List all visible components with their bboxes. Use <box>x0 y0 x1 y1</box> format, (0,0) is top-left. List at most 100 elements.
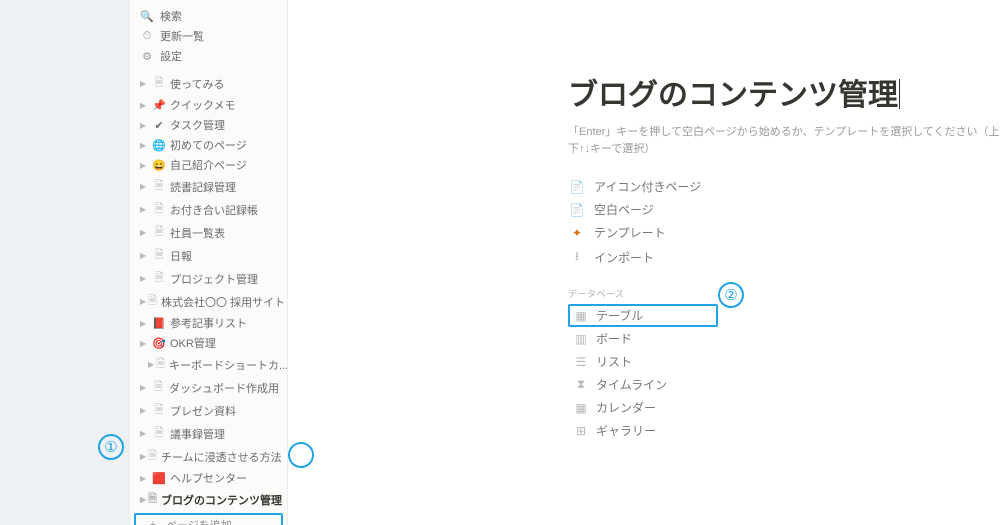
sidebar-page-item[interactable]: ▶🗎お付き合い記録帳 <box>130 198 287 221</box>
sidebar-page-label: お付き合い記録帳 <box>170 202 258 218</box>
sidebar-page-item[interactable]: ▶🗎ダッシュボード作成用 <box>130 376 287 399</box>
sidebar-page-item[interactable]: ▶🗎チームに浸透させる方法 <box>130 445 287 468</box>
search-icon: 🔍 <box>140 10 154 23</box>
disclosure-triangle-icon[interactable]: ▶ <box>140 495 146 504</box>
disclosure-triangle-icon[interactable]: ▶ <box>148 360 154 369</box>
sidebar-page-label: チームに浸透させる方法 <box>161 449 282 465</box>
sidebar-page-label: ヘルプセンター <box>170 470 247 486</box>
database-options: ▦テーブル▥ボード☰リスト⧗タイムライン▦カレンダー⊞ギャラリー <box>568 304 1000 442</box>
sidebar-page-label: 議事録管理 <box>170 426 225 442</box>
disclosure-triangle-icon[interactable]: ▶ <box>140 452 146 461</box>
empty-page-option[interactable]: 📄 空白ページ <box>568 198 1000 221</box>
page-emoji: ✔ <box>152 119 166 132</box>
sidebar-page-item[interactable]: ▶📌クイックメモ <box>130 95 287 115</box>
sidebar-page-item[interactable]: ▶📕 参考記事リスト <box>130 313 287 333</box>
sidebar-page-label: 読書記録管理 <box>170 179 236 195</box>
db-board-option[interactable]: ▥ボード <box>568 327 718 350</box>
database-section-label: データベース <box>568 287 1000 300</box>
disclosure-triangle-icon[interactable]: ▶ <box>140 297 146 306</box>
templates-option-option[interactable]: ✦ テンプレート <box>568 221 1000 244</box>
page-emoji: 🎯 <box>152 337 166 350</box>
db-calendar-icon: ▦ <box>572 401 590 415</box>
sidebar-page-item[interactable]: ▶🗎議事録管理 <box>130 422 287 445</box>
page-icon: 🗎 <box>148 490 157 509</box>
sidebar-page-label: 株式会社〇〇 採用サイト <box>161 294 285 310</box>
disclosure-triangle-icon[interactable]: ▶ <box>140 251 150 260</box>
sidebar-page-label: 初めてのページ <box>170 137 247 153</box>
sidebar-settings[interactable]: ⚙ 設定 <box>130 46 287 66</box>
import-option[interactable]: ⭳インポート <box>568 244 1000 271</box>
sidebar-page-item[interactable]: ▶😄自己紹介ページ <box>130 155 287 175</box>
page-icon: 🗎 <box>148 447 157 466</box>
sidebar-page-label: タスク管理 <box>170 117 225 133</box>
sidebar-page-item[interactable]: ▶🗎プレゼン資料 <box>130 399 287 422</box>
sidebar-updates[interactable]: ⏱ 更新一覧 <box>130 26 287 46</box>
disclosure-triangle-icon[interactable]: ▶ <box>140 274 150 283</box>
page-icon: 🗎 <box>152 74 166 93</box>
sidebar-settings-label: 設定 <box>160 48 182 64</box>
page-with-icon-label: アイコン付きページ <box>594 178 701 195</box>
sidebar-page-item[interactable]: ▶🗎株式会社〇〇 採用サイト <box>130 290 287 313</box>
sidebar-page-label: 参考記事リスト <box>170 315 247 331</box>
db-gallery-option[interactable]: ⊞ギャラリー <box>568 419 718 442</box>
disclosure-triangle-icon[interactable]: ▶ <box>140 182 150 191</box>
sidebar-page-item[interactable]: ▶🗎ブログのコンテンツ管理 <box>130 488 287 511</box>
import-icon: ⭳ <box>568 247 586 268</box>
disclosure-triangle-icon[interactable]: ▶ <box>140 429 150 438</box>
empty-page-icon: 📄 <box>568 203 586 217</box>
sidebar-page-label: ダッシュボード作成用 <box>169 380 279 396</box>
disclosure-triangle-icon[interactable]: ▶ <box>140 474 150 483</box>
sidebar-page-label: 日報 <box>170 248 192 264</box>
disclosure-triangle-icon[interactable]: ▶ <box>140 141 150 150</box>
page-with-icon-icon: 📄 <box>568 180 586 194</box>
disclosure-triangle-icon[interactable]: ▶ <box>140 101 150 110</box>
sidebar-page-item[interactable]: ▶🗎社員一覧表 <box>130 221 287 244</box>
sidebar-page-item[interactable]: ▶🗎キーボードショートカ... <box>130 353 287 376</box>
sidebar-page-item[interactable]: ▶🗎読書記録管理 <box>130 175 287 198</box>
disclosure-triangle-icon[interactable]: ▶ <box>140 121 150 130</box>
page-icon: 🗎 <box>152 223 166 242</box>
page-icon: 🗎 <box>148 292 157 311</box>
sidebar-page-label: 社員一覧表 <box>170 225 225 241</box>
add-page-button[interactable]: + ページを追加 <box>134 513 283 525</box>
sidebar-page-item[interactable]: ▶🗎使ってみる <box>130 72 287 95</box>
disclosure-triangle-icon[interactable]: ▶ <box>140 383 150 392</box>
sidebar-page-item[interactable]: ▶🌐 初めてのページ <box>130 135 287 155</box>
db-table-option[interactable]: ▦テーブル <box>568 304 718 327</box>
disclosure-triangle-icon[interactable]: ▶ <box>140 161 150 170</box>
disclosure-triangle-icon[interactable]: ▶ <box>140 228 150 237</box>
sidebar-page-item[interactable]: ▶✔ タスク管理 <box>130 115 287 135</box>
settings-icon: ⚙ <box>140 50 154 63</box>
sidebar-page-item[interactable]: ▶🗎日報 <box>130 244 287 267</box>
page-with-icon-option[interactable]: 📄 アイコン付きページ <box>568 175 1000 198</box>
disclosure-triangle-icon[interactable]: ▶ <box>140 79 150 88</box>
page-title[interactable]: ブログのコンテンツ管理 <box>568 70 900 114</box>
sidebar-page-item[interactable]: ▶🗎プロジェクト管理 <box>130 267 287 290</box>
sidebar-page-item[interactable]: ▶🎯OKR管理 <box>130 333 287 353</box>
sidebar-page-label: ブログのコンテンツ管理 <box>161 492 282 508</box>
empty-page-label: 空白ページ <box>594 201 654 218</box>
db-board-label: ボード <box>596 330 632 347</box>
templates-option-label: テンプレート <box>594 224 666 241</box>
sidebar-search[interactable]: 🔍検索 <box>130 6 287 26</box>
disclosure-triangle-icon[interactable]: ▶ <box>140 319 150 328</box>
page-emoji: 🌐 <box>152 139 166 152</box>
page-icon: 🗎 <box>152 424 166 443</box>
sidebar-updates-label: 更新一覧 <box>160 28 204 44</box>
templates-option-icon: ✦ <box>568 226 586 240</box>
page-icon: 🗎 <box>156 355 165 374</box>
sidebar-page-label: キーボードショートカ... <box>169 357 287 373</box>
sidebar-page-item[interactable]: ▶🟥ヘルプセンター <box>130 468 287 488</box>
page-emoji: 📕 <box>152 317 166 330</box>
db-calendar-option[interactable]: ▦カレンダー <box>568 396 718 419</box>
db-timeline-label: タイムライン <box>596 376 667 393</box>
page-icon: 🗎 <box>152 246 166 265</box>
disclosure-triangle-icon[interactable]: ▶ <box>140 205 150 214</box>
updates-icon: ⏱ <box>140 30 154 43</box>
disclosure-triangle-icon[interactable]: ▶ <box>140 339 150 348</box>
disclosure-triangle-icon[interactable]: ▶ <box>140 406 150 415</box>
db-gallery-label: ギャラリー <box>596 422 656 439</box>
db-timeline-option[interactable]: ⧗タイムライン <box>568 373 718 396</box>
db-list-option[interactable]: ☰リスト <box>568 350 718 373</box>
page-icon: 🗎 <box>152 378 165 397</box>
